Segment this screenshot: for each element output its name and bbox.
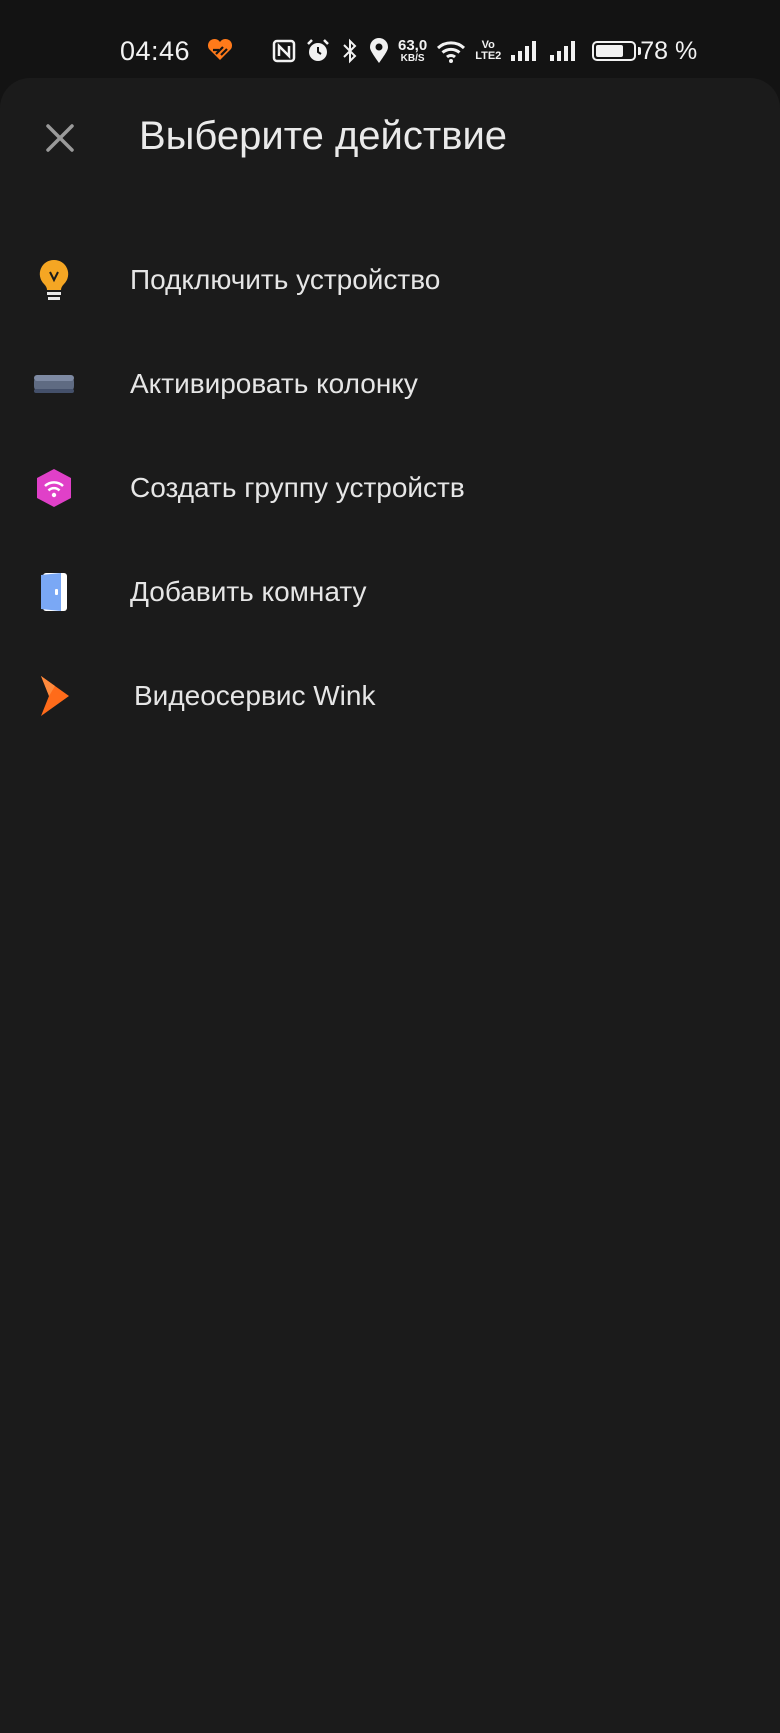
action-list: Подключить устройство Активировать колон… [0, 228, 780, 748]
alarm-icon [307, 39, 329, 61]
volte-indicator: Vo LTE2 [475, 40, 501, 62]
device-group-icon [30, 464, 78, 512]
nfc-icon [272, 39, 296, 63]
wink-logo-icon [30, 672, 78, 720]
sheet-title: Выберите действие [139, 114, 508, 158]
action-label: Активировать колонку [130, 368, 418, 399]
action-label: Добавить комнату [130, 576, 367, 607]
net-speed-value: 63,0 [398, 37, 428, 54]
action-wink[interactable]: Видеосервис Wink [0, 644, 780, 748]
action-activate-speaker[interactable]: Активировать колонку [0, 332, 780, 436]
action-label: Подключить устройство [130, 264, 441, 295]
battery-fill [596, 45, 624, 57]
action-label: Видеосервис Wink [134, 680, 376, 711]
close-icon [46, 124, 74, 152]
status-bar: 04:46 63,0 KB/S Vo LTE2 78 % [0, 0, 780, 78]
action-create-group[interactable]: Создать группу устройств [0, 436, 780, 540]
lightbulb-icon [30, 256, 78, 304]
net-speed: 63,0 KB/S [398, 38, 427, 64]
action-connect-device[interactable]: Подключить устройство [0, 228, 780, 332]
speaker-icon [30, 360, 78, 408]
status-icons: 63,0 KB/S Vo LTE2 78 % [272, 34, 706, 68]
battery-icon [592, 41, 642, 61]
status-time: 04:46 [120, 36, 191, 66]
wifi-icon [437, 41, 466, 63]
close-button[interactable] [40, 118, 80, 158]
action-label: Создать группу устройств [130, 472, 465, 503]
app-heart-icon [207, 38, 233, 60]
signal-icon [550, 41, 576, 61]
volte-bottom: LTE2 [475, 50, 502, 62]
action-add-room[interactable]: Добавить комнату [0, 540, 780, 644]
action-sheet: Выберите действие Подключить устройство [0, 78, 780, 1733]
door-icon [30, 568, 78, 616]
location-icon [370, 38, 388, 63]
battery-percent: 78 % [640, 36, 698, 65]
net-speed-unit: KB/S [400, 53, 425, 64]
bluetooth-icon [343, 38, 357, 64]
signal-icon [511, 41, 537, 61]
